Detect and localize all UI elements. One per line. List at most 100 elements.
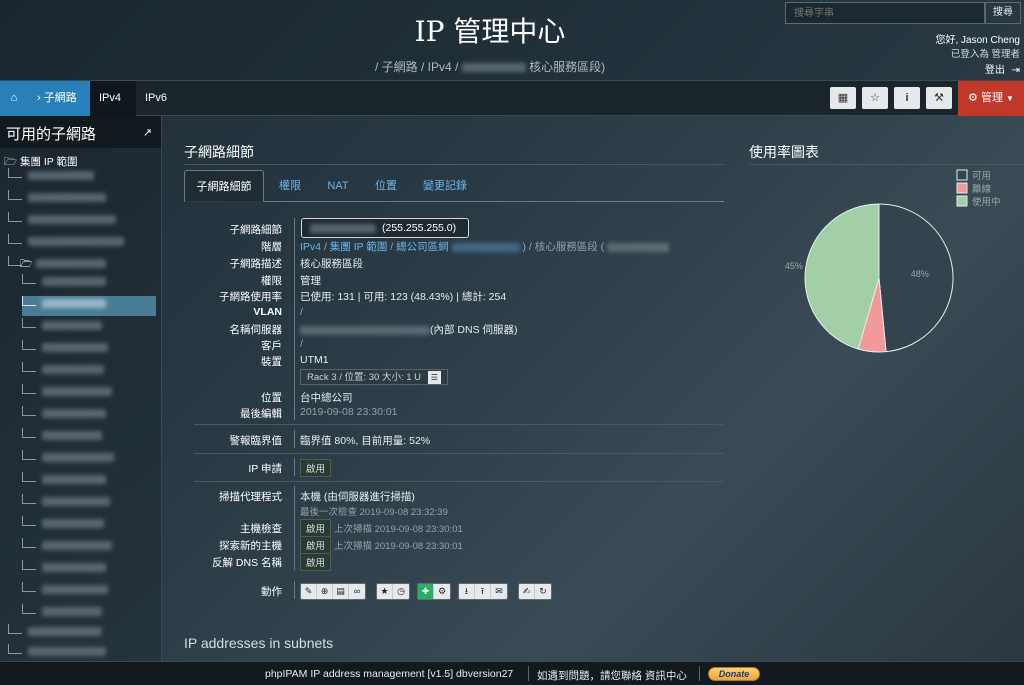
wrench-icon: ⚒ — [934, 92, 944, 104]
site-title: IP 管理中心 — [414, 15, 566, 48]
page-footer: phpIPAM IP address management [v1.5] dbv… — [0, 661, 1024, 685]
legend-label-2: 使用中 — [972, 196, 1001, 208]
permission-label: 權限 — [261, 275, 282, 287]
legend-label-0: 可用 — [972, 171, 991, 182]
pie-label-2: 45% — [785, 261, 803, 271]
divider — [194, 453, 724, 454]
envelope-icon[interactable]: ✉ — [491, 584, 507, 599]
tree-item[interactable] — [8, 190, 158, 208]
sidebar-title: 可用的子網路 ↗ — [0, 116, 161, 148]
vlan-value: / — [300, 306, 303, 318]
tools-button[interactable]: ⚒ — [926, 87, 952, 109]
divider — [294, 430, 295, 448]
tab-changelog[interactable]: 變更記錄 — [416, 170, 474, 202]
subnet-label: 子網路細節 — [229, 224, 283, 236]
chart-title: 使用率圖表 — [749, 144, 819, 160]
page-header: IP 管理中心 / 子網路 / IPv4 / 核心服務區段) 搜尋 您好, Ja… — [0, 0, 1024, 80]
location-link[interactable]: 台中總公司 — [300, 390, 353, 405]
tree-subitem[interactable] — [22, 450, 156, 468]
plus-icon[interactable]: ✚ — [418, 584, 434, 599]
rdns-value: 啟用 — [300, 553, 332, 571]
refresh-icon[interactable]: ↻ — [535, 584, 551, 599]
breadcrumb-sep: / — [420, 60, 425, 74]
home-button[interactable]: ⌂ — [0, 81, 28, 116]
tree-subitem-active[interactable] — [22, 296, 156, 316]
breadcrumb-ipv4[interactable]: IPv4 — [428, 60, 452, 74]
main-content: 子網路細節 子網路細節 權限 NAT 位置 變更記錄 子網路細節 (255.25… — [163, 116, 1024, 661]
gear-icon: ⚙ — [968, 92, 978, 104]
scan-agent-label: 掃描代理程式 — [219, 491, 282, 503]
tree-subitem[interactable] — [22, 318, 156, 336]
tree-subitem[interactable] — [22, 604, 156, 622]
download-icon[interactable]: ⭳ — [459, 584, 475, 599]
logout-icon: ⇥ — [1011, 65, 1020, 76]
expand-icon[interactable]: ↗ — [143, 126, 152, 139]
cogs-icon[interactable]: ⚙ — [434, 584, 450, 599]
tree-subitem[interactable] — [22, 582, 156, 600]
rack-icon[interactable]: ☰ — [427, 371, 441, 384]
footer-contact[interactable]: 如遇到問題，請您聯絡 資訊中心 — [537, 668, 687, 683]
hierarchy-hq-link[interactable]: 總公司區網 — [396, 241, 449, 253]
tree-subitem[interactable] — [22, 428, 156, 446]
scan-agent-value: 本機 (由伺服器進行掃描) — [300, 491, 415, 503]
tree-item[interactable] — [8, 234, 158, 252]
hierarchy-ipv4-link[interactable]: IPv4 — [300, 241, 321, 253]
tree-subitem[interactable] — [22, 494, 156, 512]
vlan-label: VLAN — [253, 306, 282, 318]
tab-subnet-details[interactable]: 子網路細節 — [184, 170, 264, 202]
pie-label-0: 48% — [911, 269, 929, 279]
upload-icon[interactable]: ⭱ — [475, 584, 491, 599]
donate-button[interactable]: Donate — [708, 667, 760, 681]
link-icon[interactable]: ∞ — [349, 584, 365, 599]
nav-ipv4[interactable]: IPv4 — [90, 81, 136, 116]
nav-ipv6[interactable]: IPv6 — [136, 81, 180, 116]
tree-subitem[interactable] — [22, 340, 156, 358]
breadcrumb-subnets[interactable]: 子網路 — [382, 60, 418, 74]
description-label: 子網路描述 — [229, 258, 283, 270]
admin-menu-button[interactable]: ⚙ 管理 ▼ — [958, 81, 1024, 116]
card-icon[interactable]: ▤ — [333, 584, 349, 599]
add-circle-icon[interactable]: ⊕ — [317, 584, 333, 599]
tree-item[interactable] — [8, 624, 158, 642]
usage-value: 已使用: 131 | 可用: 123 (48.43%) | 總計: 254 — [300, 291, 507, 303]
legend-swatch-2 — [956, 195, 968, 207]
actions-group-add: ✚ ⚙ — [417, 583, 451, 600]
tree-subitem[interactable] — [22, 384, 156, 402]
breadcrumb-current: 核心服務區段) — [529, 60, 606, 74]
tree-subitem[interactable] — [22, 472, 156, 490]
favorites-button[interactable]: ☆ — [862, 87, 888, 109]
tree-item[interactable] — [8, 168, 158, 186]
discover-value: 啟用 上次掃描 2019-09-08 23:30:01 — [300, 536, 463, 554]
star-icon[interactable]: ★ — [377, 584, 393, 599]
tree-item-open[interactable]: 🗁 — [8, 256, 158, 274]
divider — [294, 458, 295, 476]
status-badge: 啟用 — [300, 553, 332, 571]
tree-subitem[interactable] — [22, 560, 156, 578]
device-link[interactable]: UTM1 — [300, 354, 329, 366]
tab-permissions[interactable]: 權限 — [268, 170, 312, 202]
info-icon: i — [905, 92, 909, 104]
search-input[interactable] — [785, 2, 985, 24]
info-button[interactable]: i — [894, 87, 920, 109]
edit-icon[interactable]: ✎ — [301, 584, 317, 599]
tree-item[interactable] — [8, 644, 158, 661]
search-button[interactable]: 搜尋 — [985, 2, 1021, 24]
clock-icon[interactable]: ◷ — [393, 584, 409, 599]
tab-location[interactable]: 位置 — [364, 170, 408, 202]
legend-swatch-1 — [956, 182, 968, 194]
eraser-icon[interactable]: ✍ — [519, 584, 535, 599]
hierarchy-group-link[interactable]: 集團 IP 範圍 — [330, 241, 388, 253]
nav-subnets[interactable]: › 子網路 — [28, 81, 90, 116]
tree-item[interactable] — [8, 212, 158, 230]
rack-info: Rack 3 / 位置: 30 大小: 1 U ☰ — [300, 369, 448, 385]
nameserver-value: (內部 DNS 伺服器) — [300, 322, 518, 337]
tree-subitem[interactable] — [22, 516, 156, 534]
tree-subitem[interactable] — [22, 538, 156, 556]
tree-subitem[interactable] — [22, 406, 156, 424]
hierarchy-path: IPv4 / 集團 IP 範圍 / 總公司區網 ) / 核心服務區段 ( — [300, 239, 670, 254]
tab-nat[interactable]: NAT — [316, 170, 360, 202]
logout-link[interactable]: 登出 ⇥ — [985, 61, 1020, 76]
tree-subitem[interactable] — [22, 274, 156, 292]
tree-subitem[interactable] — [22, 362, 156, 380]
dashboard-button[interactable]: ▦ — [830, 87, 856, 109]
